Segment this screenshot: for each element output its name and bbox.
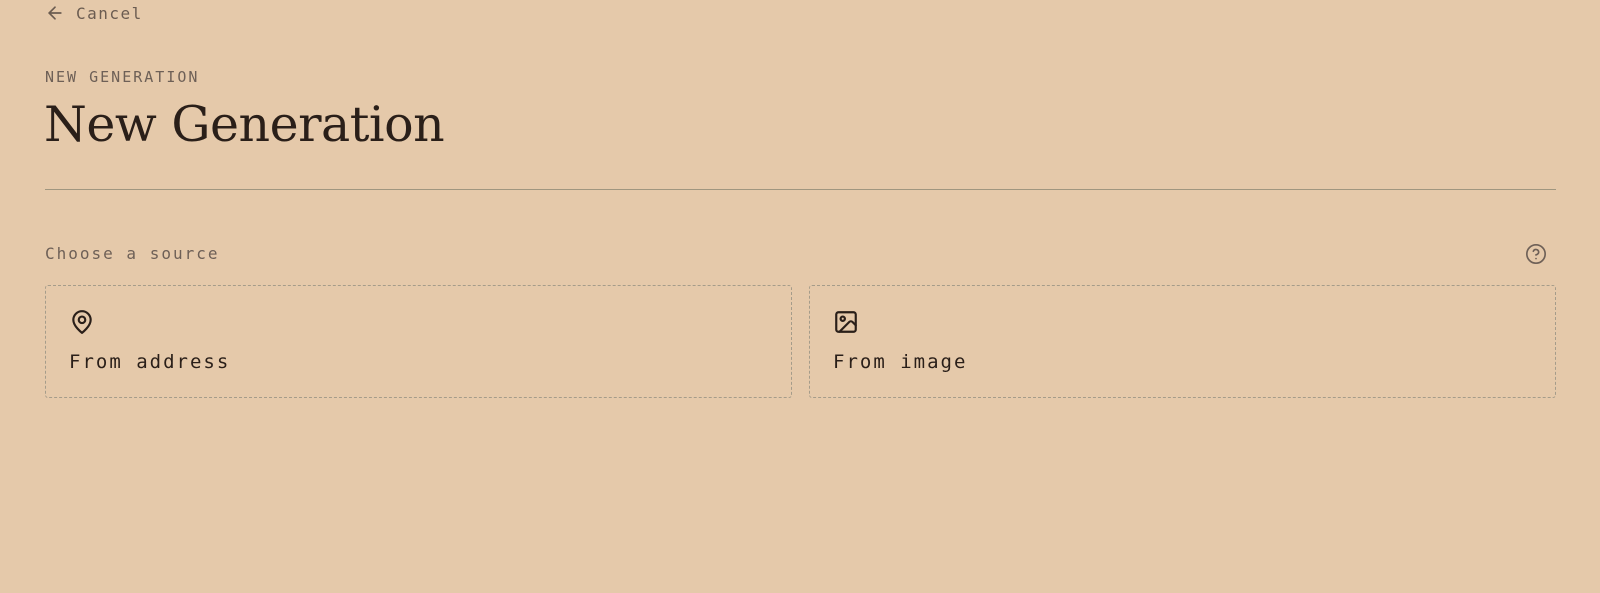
from-image-option[interactable]: From image — [809, 285, 1556, 398]
page-title: New Generation — [44, 96, 445, 153]
from-address-label: From address — [69, 351, 231, 373]
cancel-link[interactable]: Cancel — [45, 2, 143, 24]
help-button[interactable] — [1525, 243, 1547, 265]
source-section-label: Choose a source — [45, 244, 220, 263]
header-divider — [45, 189, 1556, 190]
image-icon — [833, 309, 859, 335]
arrow-left-icon — [45, 3, 65, 23]
map-pin-icon — [69, 309, 95, 335]
cancel-label: Cancel — [76, 3, 143, 23]
from-image-label: From image — [833, 351, 968, 373]
page-eyebrow: NEW GENERATION — [45, 68, 200, 86]
from-address-option[interactable]: From address — [45, 285, 792, 398]
help-circle-icon — [1525, 243, 1547, 265]
